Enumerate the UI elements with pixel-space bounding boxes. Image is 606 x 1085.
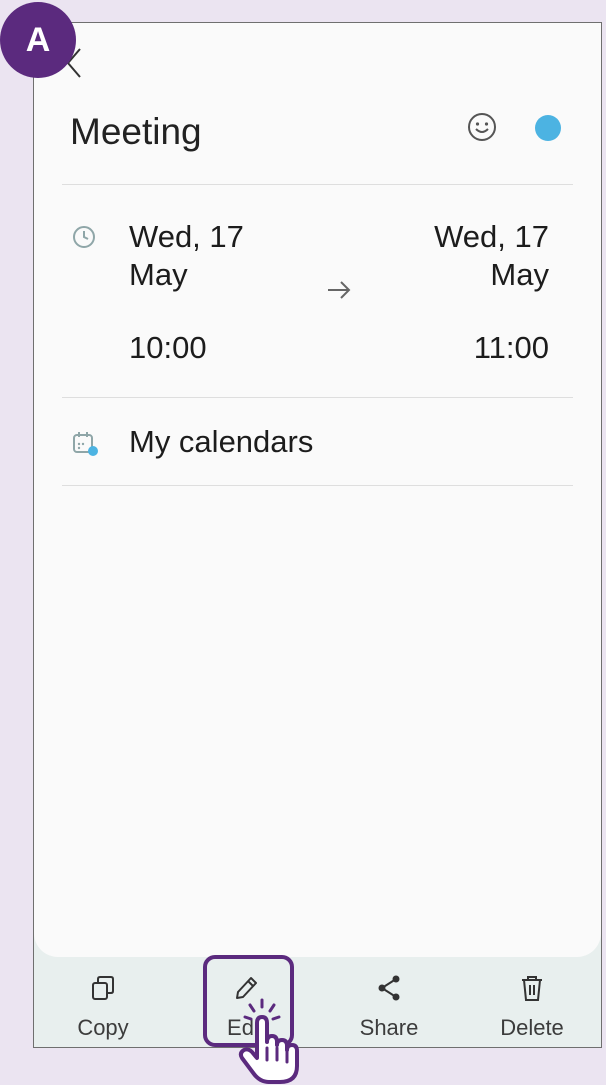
- share-icon: [378, 975, 400, 1001]
- event-title: Meeting: [70, 111, 202, 152]
- calendar-name[interactable]: My calendars: [129, 424, 313, 460]
- right-arrow-icon: [328, 281, 351, 299]
- tap-hand-icon: [238, 998, 299, 1084]
- delete-label: Delete: [500, 1015, 564, 1040]
- emoji-icon[interactable]: [467, 112, 497, 142]
- delete-button[interactable]: Delete: [472, 957, 592, 1047]
- event-detail-sheet: Meeting Wed, 17 May Wed, 17 May 10:00 11…: [34, 23, 601, 957]
- share-button[interactable]: Share: [329, 957, 449, 1047]
- clock-icon: [73, 226, 95, 248]
- share-label: Share: [359, 1015, 419, 1040]
- event-detail-screen: Meeting Wed, 17 May Wed, 17 May 10:00 11…: [33, 22, 602, 1048]
- divider: [62, 184, 573, 185]
- end-date[interactable]: Wed, 17 May: [399, 218, 549, 294]
- calendar-icon: [73, 432, 98, 456]
- start-date[interactable]: Wed, 17 May: [129, 218, 279, 294]
- divider: [62, 485, 573, 486]
- bottom-toolbar: Copy Edit Share Delete: [34, 957, 601, 1047]
- trash-icon: [522, 976, 542, 1001]
- step-badge: A: [0, 2, 76, 78]
- event-color-dot[interactable]: [535, 115, 561, 141]
- copy-button[interactable]: Copy: [43, 957, 163, 1047]
- copy-icon: [92, 976, 114, 1000]
- end-time[interactable]: 11:00: [474, 329, 549, 367]
- divider: [62, 397, 573, 398]
- copy-label: Copy: [77, 1015, 129, 1040]
- start-time[interactable]: 10:00: [129, 329, 207, 367]
